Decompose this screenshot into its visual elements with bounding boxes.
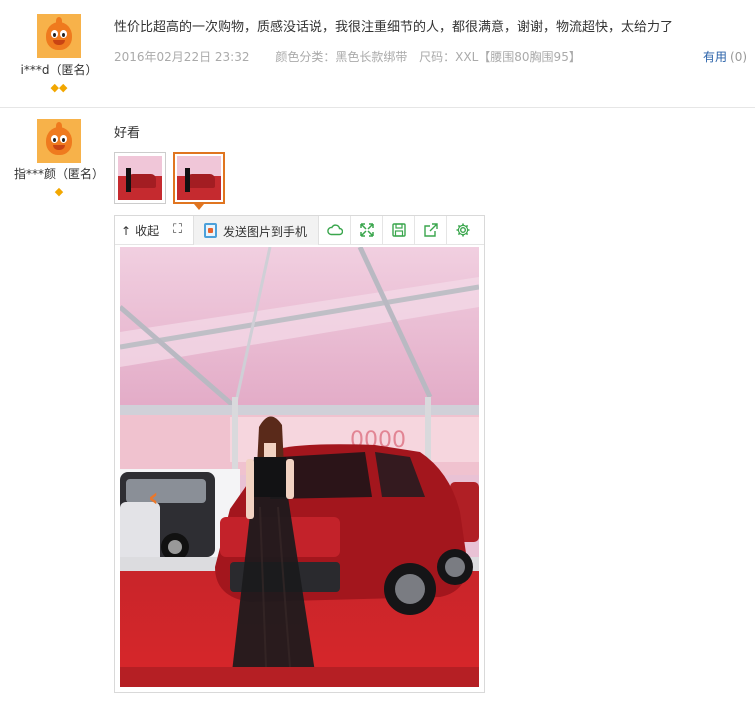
useful-count: (0) — [730, 50, 748, 64]
review-text: 好看 — [114, 126, 141, 141]
review-photo[interactable]: 0000 ‹ — [120, 247, 479, 687]
review-photo-image: 0000 — [120, 247, 479, 687]
viewer-toolbar: ↑ 收起 ⛶ 发送图片到手机 — [115, 216, 484, 245]
photo-thumbnail[interactable] — [114, 152, 166, 204]
share-button[interactable] — [415, 216, 447, 245]
diamond-icon: ◆ — [54, 185, 64, 198]
prev-photo-icon[interactable]: ‹ — [148, 485, 159, 511]
collapse-label: 收起 — [135, 224, 160, 238]
review-date: 2016年02月22日 23:32 — [114, 50, 250, 64]
fullscreen-button[interactable] — [351, 216, 383, 245]
phone-send-icon — [204, 223, 217, 238]
fullscreen-icon — [360, 223, 374, 237]
reviewer-level-badge: ◆◆ — [0, 82, 118, 94]
review-item: i***d（匿名） ◆◆ 性价比超高的一次购物，质感没话说，我很注重细节的人，都… — [0, 0, 755, 108]
save-button[interactable] — [383, 216, 415, 245]
review-text: 性价比超高的一次购物，质感没话说，我很注重细节的人，都很满意，谢谢，物流超快，太… — [114, 20, 674, 35]
cloud-icon — [327, 224, 343, 236]
useful-button[interactable]: 有用 (0) — [703, 48, 747, 65]
expand-icon[interactable]: ⛶ — [173, 223, 182, 237]
settings-button[interactable] — [447, 216, 479, 245]
color-attribute: 颜色分类：黑色长款绑带 — [275, 50, 408, 64]
arrow-up-icon: ↑ — [121, 224, 132, 238]
settings-icon — [456, 223, 470, 237]
send-to-phone-label: 发送图片到手机 — [223, 225, 308, 239]
reviewer-name: 指***颜（匿名） — [13, 167, 104, 181]
cloud-button[interactable] — [319, 216, 351, 245]
send-to-phone-button[interactable]: 发送图片到手机 — [193, 216, 319, 245]
save-icon — [392, 223, 406, 237]
useful-label[interactable]: 有用 — [703, 50, 727, 64]
diamond-icon: ◆ — [50, 81, 59, 94]
photo-viewer: ↑ 收起 ⛶ 发送图片到手机 0000 ‹ — [114, 215, 485, 693]
reviewer-level-badge: ◆ — [0, 186, 118, 198]
avatar[interactable] — [37, 119, 81, 163]
review-meta: 2016年02月22日 23:32 颜色分类：黑色长款绑带 尺码：XXL【腰围8… — [114, 48, 603, 65]
reviewer-name: i***d（匿名） — [20, 63, 98, 77]
share-icon — [424, 223, 438, 237]
avatar[interactable] — [37, 14, 81, 58]
collapse-button[interactable]: ↑ 收起 — [121, 222, 159, 239]
size-attribute: 尺码：XXL【腰围80胸围95】 — [419, 50, 581, 64]
photo-thumbnail-selected[interactable] — [173, 152, 225, 210]
diamond-icon: ◆ — [59, 81, 68, 94]
review-item: 指***颜（匿名） ◆ 好看 ↑ 收起 ⛶ 发送图片到手机 0000 ‹ — [0, 109, 755, 703]
